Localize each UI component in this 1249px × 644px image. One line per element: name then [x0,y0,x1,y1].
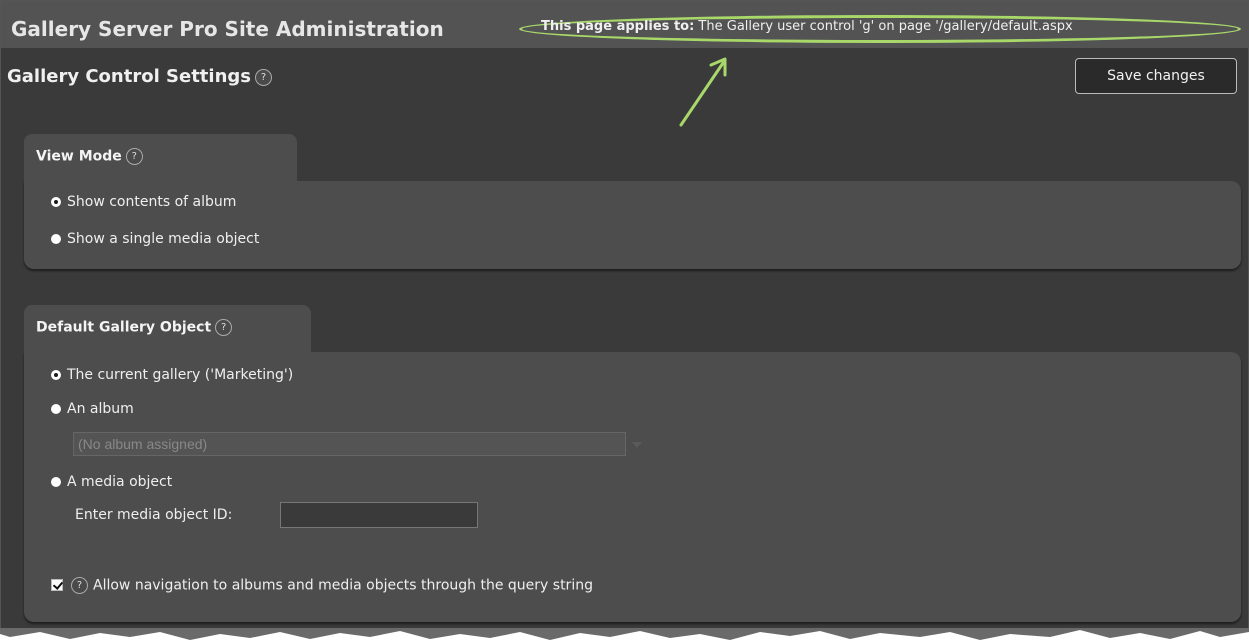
applies-to-text: This page applies to: The Gallery user c… [541,19,1073,34]
checkbox-checked-icon[interactable] [51,578,63,591]
option-label: Show a single media object [67,231,260,247]
applies-to-label: This page applies to: [541,19,695,34]
radio-unselected-icon[interactable] [51,477,61,487]
page-title: Gallery Control Settings? [7,66,272,87]
applies-to-value: The Gallery user control 'g' on page '/g… [694,19,1073,34]
option-label: A media object [67,474,173,490]
default-object-title: Default Gallery Object [36,319,212,336]
radio-selected-icon[interactable] [51,370,61,380]
view-mode-option-album[interactable]: Show contents of album [51,194,236,210]
option-label: An album [67,401,134,417]
help-icon[interactable]: ? [215,319,233,336]
default-object-option-gallery[interactable]: The current gallery ('Marketing') [51,367,293,383]
chevron-down-icon[interactable] [632,442,642,448]
radio-selected-icon[interactable] [51,197,61,207]
option-label: The current gallery ('Marketing') [67,367,294,383]
help-icon[interactable]: ? [125,148,143,165]
radio-unselected-icon[interactable] [51,404,61,414]
album-select[interactable]: (No album assigned) [73,432,626,456]
help-icon[interactable]: ? [71,577,88,594]
admin-page: Gallery Server Pro Site Administration T… [0,0,1249,630]
page-title-text: Gallery Control Settings [7,66,251,87]
save-changes-button[interactable]: Save changes [1075,58,1237,94]
torn-edge [0,628,1249,640]
annotation-arrow [679,57,727,127]
default-object-tab: Default Gallery Object? [24,305,311,353]
help-icon[interactable]: ? [254,68,272,86]
view-mode-tab: View Mode? [24,134,297,182]
media-id-input[interactable] [280,502,478,528]
option-label: Show contents of album [67,194,237,210]
app-title: Gallery Server Pro Site Administration [11,17,444,41]
radio-unselected-icon[interactable] [51,234,61,244]
default-object-option-album[interactable]: An album [51,401,134,417]
default-object-option-media[interactable]: A media object [51,474,172,490]
allow-navigation-label: Allow navigation to albums and media obj… [93,577,593,594]
allow-navigation-option[interactable]: ? Allow navigation to albums and media ob… [51,577,593,594]
view-mode-option-single[interactable]: Show a single media object [51,231,259,247]
media-id-label: Enter media object ID: [75,507,233,523]
view-mode-title: View Mode [36,148,122,165]
